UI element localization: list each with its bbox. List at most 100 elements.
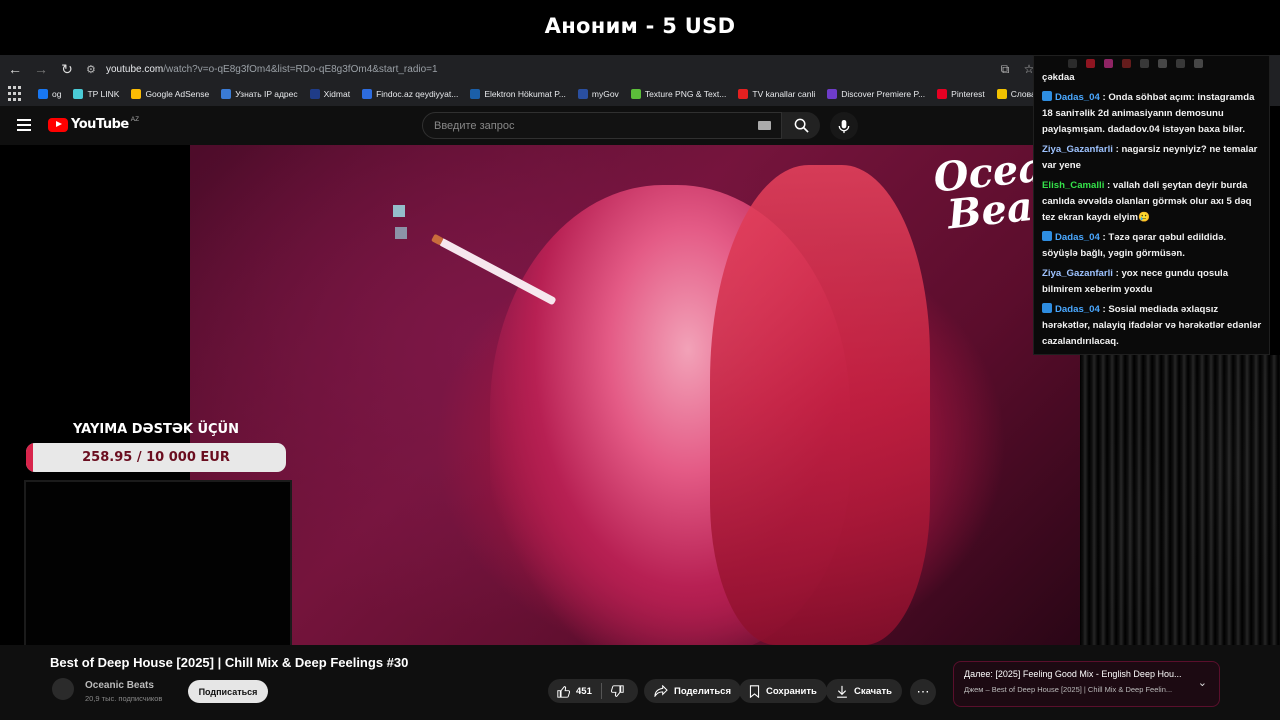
donation-alert: Аноним - 5 USD <box>0 0 1280 52</box>
search-input[interactable] <box>434 119 734 132</box>
up-next-card[interactable]: Далее: [2025] Feeling Good Mix - English… <box>953 661 1220 707</box>
bookmark-favicon-icon <box>738 89 749 99</box>
bookmark-item[interactable]: TV kanallar canli <box>738 89 815 99</box>
bookmark-favicon-icon <box>221 89 232 99</box>
chat-username: Elish_Camalli <box>1042 180 1105 191</box>
dislike-button[interactable] <box>602 679 633 703</box>
download-label: Скачать <box>854 685 892 697</box>
youtube-play-icon <box>48 117 68 132</box>
bookmark-label: TP LINK <box>87 89 120 99</box>
back-icon[interactable]: ← <box>3 57 27 81</box>
bookmark-favicon-icon <box>827 89 838 99</box>
bookmark-favicon-icon <box>73 89 84 99</box>
chat-messages: çəkdaa Dadas_04 : Onda söhbət açım: inst… <box>1042 70 1264 354</box>
up-next-title: Далее: [2025] Feeling Good Mix - English… <box>964 669 1182 679</box>
extension-icon[interactable] <box>1140 58 1149 68</box>
chat-username: Ziya_Gazanfarli <box>1042 268 1113 279</box>
extension-icons <box>1034 56 1269 70</box>
extension-icon[interactable] <box>1068 58 1077 68</box>
menu-icon[interactable] <box>17 119 31 131</box>
reload-icon[interactable]: ↻ <box>55 57 79 81</box>
bookmark-favicon-icon <box>131 89 142 99</box>
bookmark-label: Findoc.az qeydiyyat... <box>376 89 459 99</box>
bookmark-label: Pinterest <box>951 89 985 99</box>
subscribe-button[interactable]: Подписаться <box>188 680 268 703</box>
like-button[interactable]: 451 <box>548 679 601 703</box>
chat-message: Dadas_04 : Təzə qərar qəbul edildidə. sö… <box>1042 230 1264 262</box>
extension-icon[interactable] <box>1176 58 1185 68</box>
voice-search-button[interactable] <box>830 112 858 140</box>
bookmark-item[interactable]: myGov <box>577 89 619 99</box>
bookmark-label: Texture PNG & Text... <box>644 89 727 99</box>
bookmark-item[interactable]: Google AdSense <box>131 89 209 99</box>
download-button[interactable]: Скачать <box>826 679 902 703</box>
video-info: Best of Deep House [2025] | Chill Mix & … <box>0 645 1280 720</box>
bookmark-item[interactable]: Discover Premiere P... <box>827 89 925 99</box>
youtube-logo[interactable]: YouTube AZ <box>48 116 139 132</box>
chat-message: Ziya_Gazanfarli : nagarsiz neyniyiz? ne … <box>1042 142 1264 174</box>
microphone-icon <box>838 119 850 133</box>
bot-badge-icon <box>1042 91 1052 101</box>
url-text[interactable]: youtube.com/watch?v=o-qE8g3fOm4&list=RDo… <box>106 64 438 75</box>
thumbs-down-icon <box>610 684 624 697</box>
forward-icon[interactable]: → <box>29 57 53 81</box>
bookmark-label: Elektron Hökumat P... <box>484 89 566 99</box>
chat-message: Elish_Camalli : vallah dəli şeytan deyir… <box>1042 178 1264 226</box>
search-button[interactable] <box>782 112 820 139</box>
overlay-stripe-effect <box>1080 355 1280 645</box>
bot-badge-icon <box>1042 303 1052 313</box>
chat-message: Ziya_Gazanfarli : yox nece gundu qosula … <box>1042 266 1264 298</box>
share-icon <box>654 685 668 697</box>
chat-username: Ziya_Gazanfarli <box>1042 144 1113 155</box>
bookmark-favicon-icon <box>38 89 48 99</box>
up-next-subtitle: Джем – Best of Deep House [2025] | Chill… <box>964 685 1173 694</box>
chat-username: Dadas_04 <box>1055 232 1100 243</box>
video-light-square <box>393 205 405 217</box>
bookmark-label: Google AdSense <box>145 89 210 99</box>
chevron-down-icon[interactable]: ⌄ <box>1198 676 1207 689</box>
channel-name[interactable]: Oceanic Beats <box>85 680 154 691</box>
bookmark-item[interactable]: Pinterest <box>937 89 985 99</box>
youtube-logo-text: YouTube <box>71 117 129 132</box>
bookmark-item[interactable]: Узнать IP адрес <box>221 89 298 99</box>
extension-icon[interactable] <box>1122 58 1131 68</box>
share-label: Поделиться <box>674 685 732 697</box>
install-app-icon[interactable]: ⧉ <box>996 59 1014 79</box>
bookmark-item[interactable]: Texture PNG & Text... <box>630 89 727 99</box>
search-icon <box>794 118 809 133</box>
thumbs-up-icon <box>557 685 570 698</box>
bookmark-item[interactable]: Findoc.az qeydiyyat... <box>362 89 458 99</box>
bot-badge-icon <box>1042 231 1052 241</box>
donation-goal-title: YAYIMA DƏSTƏK ÜÇÜN <box>73 422 239 437</box>
bookmark-favicon-icon <box>577 89 588 99</box>
bookmark-item[interactable]: Elektron Hökumat P... <box>470 89 566 99</box>
screen: { "donation": {"text": "Аноним - 5 USD"}… <box>0 0 1280 720</box>
chat-username: Dadas_04 <box>1055 92 1100 103</box>
share-button[interactable]: Поделиться <box>644 679 742 703</box>
bookmark-label: og <box>52 89 62 99</box>
apps-grid-icon[interactable] <box>8 86 24 102</box>
chat-list: Dadas_04 : Onda söhbət açım: instagramda… <box>1042 90 1264 350</box>
extension-icon[interactable] <box>1086 58 1095 68</box>
chat-message: Dadas_04 : Onda söhbət açım: instagramda… <box>1042 90 1264 138</box>
channel-avatar[interactable] <box>52 678 74 700</box>
bookmark-item[interactable]: TP LINK <box>73 89 119 99</box>
bookmark-item[interactable]: Xidmat <box>309 89 350 99</box>
bookmark-label: TV kanallar canli <box>752 89 816 99</box>
bookmark-item[interactable]: og <box>38 89 61 99</box>
site-info-icon[interactable]: ⚙ <box>86 62 100 76</box>
extension-icon[interactable] <box>1158 58 1167 68</box>
extension-icon[interactable] <box>1104 58 1113 68</box>
more-actions-icon[interactable]: ⋯ <box>910 679 936 705</box>
bookmark-label: Discover Premiere P... <box>841 89 926 99</box>
donation-alert-text: Аноним - 5 USD <box>544 14 736 38</box>
youtube-header: YouTube AZ <box>0 106 1040 146</box>
stream-chat-overlay: çəkdaa Dadas_04 : Onda söhbət açım: inst… <box>1033 55 1270 355</box>
save-icon <box>749 684 760 698</box>
save-button[interactable]: Сохранить <box>739 679 827 703</box>
extension-icon[interactable] <box>1194 58 1203 68</box>
video-player[interactable]: Oceanic Beats <box>190 145 1080 645</box>
video-light-square <box>395 227 407 239</box>
address-bar[interactable]: ⚙ youtube.com/watch?v=o-qE8g3fOm4&list=R… <box>80 59 1040 79</box>
keyboard-icon[interactable] <box>758 121 771 130</box>
